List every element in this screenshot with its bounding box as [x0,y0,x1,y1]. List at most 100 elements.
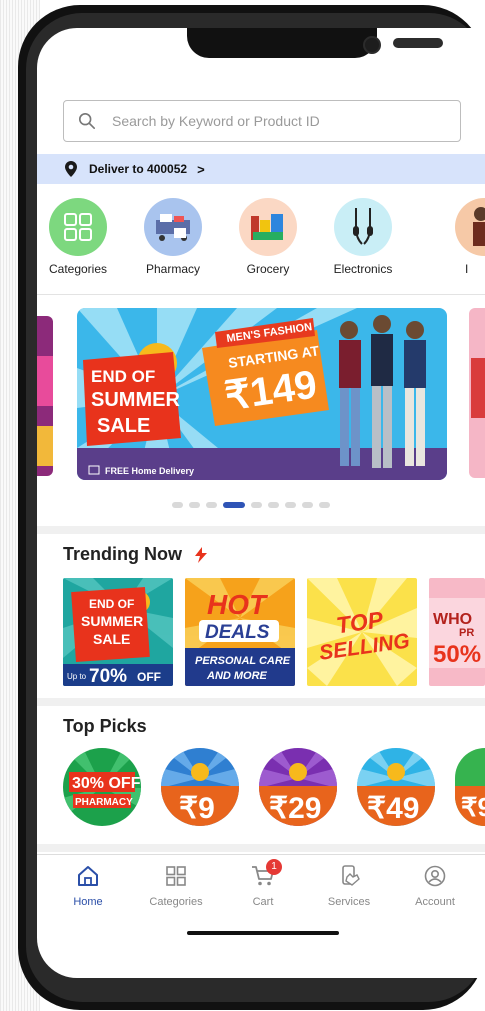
nav-label: Services [327,896,371,908]
search-icon [78,112,96,130]
category-pharmacy[interactable]: Pharmacy [128,198,218,276]
category-label: Pharmacy [145,262,201,276]
category-categories[interactable]: Categories [37,198,123,276]
tile-text: 50% [433,641,481,668]
pick-text: PHARMACY [75,797,133,808]
trending-carousel: END OF SUMMER SALE Up to 70% OFF HOT DEA… [63,578,485,686]
banner-sale-3: SALE [97,415,150,437]
top-picks-title: Top Picks [63,716,147,736]
category-strip: Categories Pharmacy Grocery Electronics … [37,198,485,280]
carousel-dot[interactable] [189,502,200,508]
tile-text: OFF [137,670,161,684]
nav-home[interactable]: Home [48,865,128,908]
trending-title: Trending Now [63,544,208,565]
top-picks-carousel: 30% OFF PHARMACY ₹9 ₹29 ₹49 ₹9 [63,748,485,830]
pick-text: ₹9 [179,792,215,825]
carousel-dot[interactable] [302,502,313,508]
carousel-dot[interactable] [172,502,183,508]
bottom-navigation: Home Categories 1 Cart Services Account [37,854,485,917]
tile-text: PERSONAL CARE [195,655,291,667]
pick-rs-29[interactable]: ₹29 [259,748,337,826]
pick-text: ₹49 [367,792,419,825]
pick-rs-9-partial[interactable]: ₹9 [455,748,485,826]
delivery-bar[interactable]: Deliver to 400052 > [37,154,485,184]
trending-tile-wholesale[interactable]: WHO PR 50% [429,578,485,686]
tile-text: WHO [433,611,472,628]
fashion-icon [455,198,485,256]
trending-tile-hot-deals[interactable]: HOT DEALS PERSONAL CARE AND MORE [185,578,295,686]
promo-banner[interactable]: END OF SUMMER SALE MEN'S FASHION STARTIN… [77,308,447,480]
location-pin-icon [65,161,77,177]
tile-text: PR [459,627,474,639]
prev-banner[interactable] [37,316,53,476]
pick-text: ₹29 [269,792,321,825]
divider [37,294,485,295]
carousel-indicator [172,502,330,508]
nav-account[interactable]: Account [395,865,475,908]
search-input[interactable] [110,112,434,130]
home-indicator[interactable] [187,931,339,935]
tile-text: SALE [93,631,130,647]
speaker-grille [393,38,443,48]
category-label: I [465,262,469,276]
nav-cart[interactable]: 1 Cart [223,859,303,908]
category-grocery[interactable]: Grocery [223,198,313,276]
section-divider [37,526,485,534]
category-label: Grocery [246,262,290,276]
nav-label: Cart [252,896,274,908]
carousel-dot[interactable] [268,502,279,508]
pick-pharmacy-offer[interactable]: 30% OFF PHARMACY [63,748,141,826]
nav-services[interactable]: Services [309,865,389,908]
tile-text: Up to [67,672,87,681]
carousel-dot[interactable] [251,502,262,508]
home-icon [78,866,98,886]
pharmacy-icon [144,198,202,256]
trending-title-text: Trending Now [63,544,182,564]
tile-text: 70% [89,666,127,686]
cart-badge: 1 [266,859,282,875]
category-fashion[interactable]: I [413,198,485,276]
pick-text: ₹9 [461,792,485,822]
tile-text: DEALS [205,622,270,643]
app-screen: Deliver to 400052 > Categories [37,28,485,978]
earphones-icon [334,198,392,256]
chevron-right-icon: > [197,161,205,177]
grid-icon [166,866,186,886]
grid-icon [49,198,107,256]
carousel-dot[interactable] [206,502,217,508]
carousel-dot[interactable] [285,502,296,508]
banner-sale-2: SUMMER [91,389,180,411]
nav-label: Categories [149,896,203,908]
banner-delivery-note: FREE Home Delivery [105,466,194,476]
tile-text: SUMMER [81,613,143,629]
pick-text: 30% OFF [72,775,141,792]
tile-text: END OF [89,597,134,611]
delivery-label: Deliver to 400052 [89,162,188,176]
search-bar[interactable] [63,100,461,142]
carousel-dot[interactable] [319,502,330,508]
banner-sale-1: END OF [91,367,155,386]
tile-text: AND MORE [206,670,268,682]
pick-rs-9[interactable]: ₹9 [161,748,239,826]
category-label: Categories [48,262,108,276]
category-electronics[interactable]: Electronics [318,198,408,276]
category-label: Electronics [333,262,393,276]
pick-rs-49[interactable]: ₹49 [357,748,435,826]
services-icon [342,865,360,886]
nav-label: Home [73,896,103,908]
trending-tile-summer-sale[interactable]: END OF SUMMER SALE Up to 70% OFF [63,578,173,686]
trending-tile-top-selling[interactable]: TOP SELLING [307,578,417,686]
grocery-icon [239,198,297,256]
next-banner[interactable] [469,308,485,478]
section-divider [37,698,485,706]
promo-carousel[interactable]: END OF SUMMER SALE MEN'S FASHION STARTIN… [37,308,485,483]
section-divider [37,844,485,852]
carousel-dot-active[interactable] [223,502,245,508]
nav-categories[interactable]: Categories [136,865,216,908]
account-icon [424,865,446,887]
camera-icon [363,36,381,54]
lightning-icon [195,547,208,564]
tile-text: HOT [207,589,269,620]
phone-notch [187,28,443,58]
nav-label: Account [415,896,455,908]
